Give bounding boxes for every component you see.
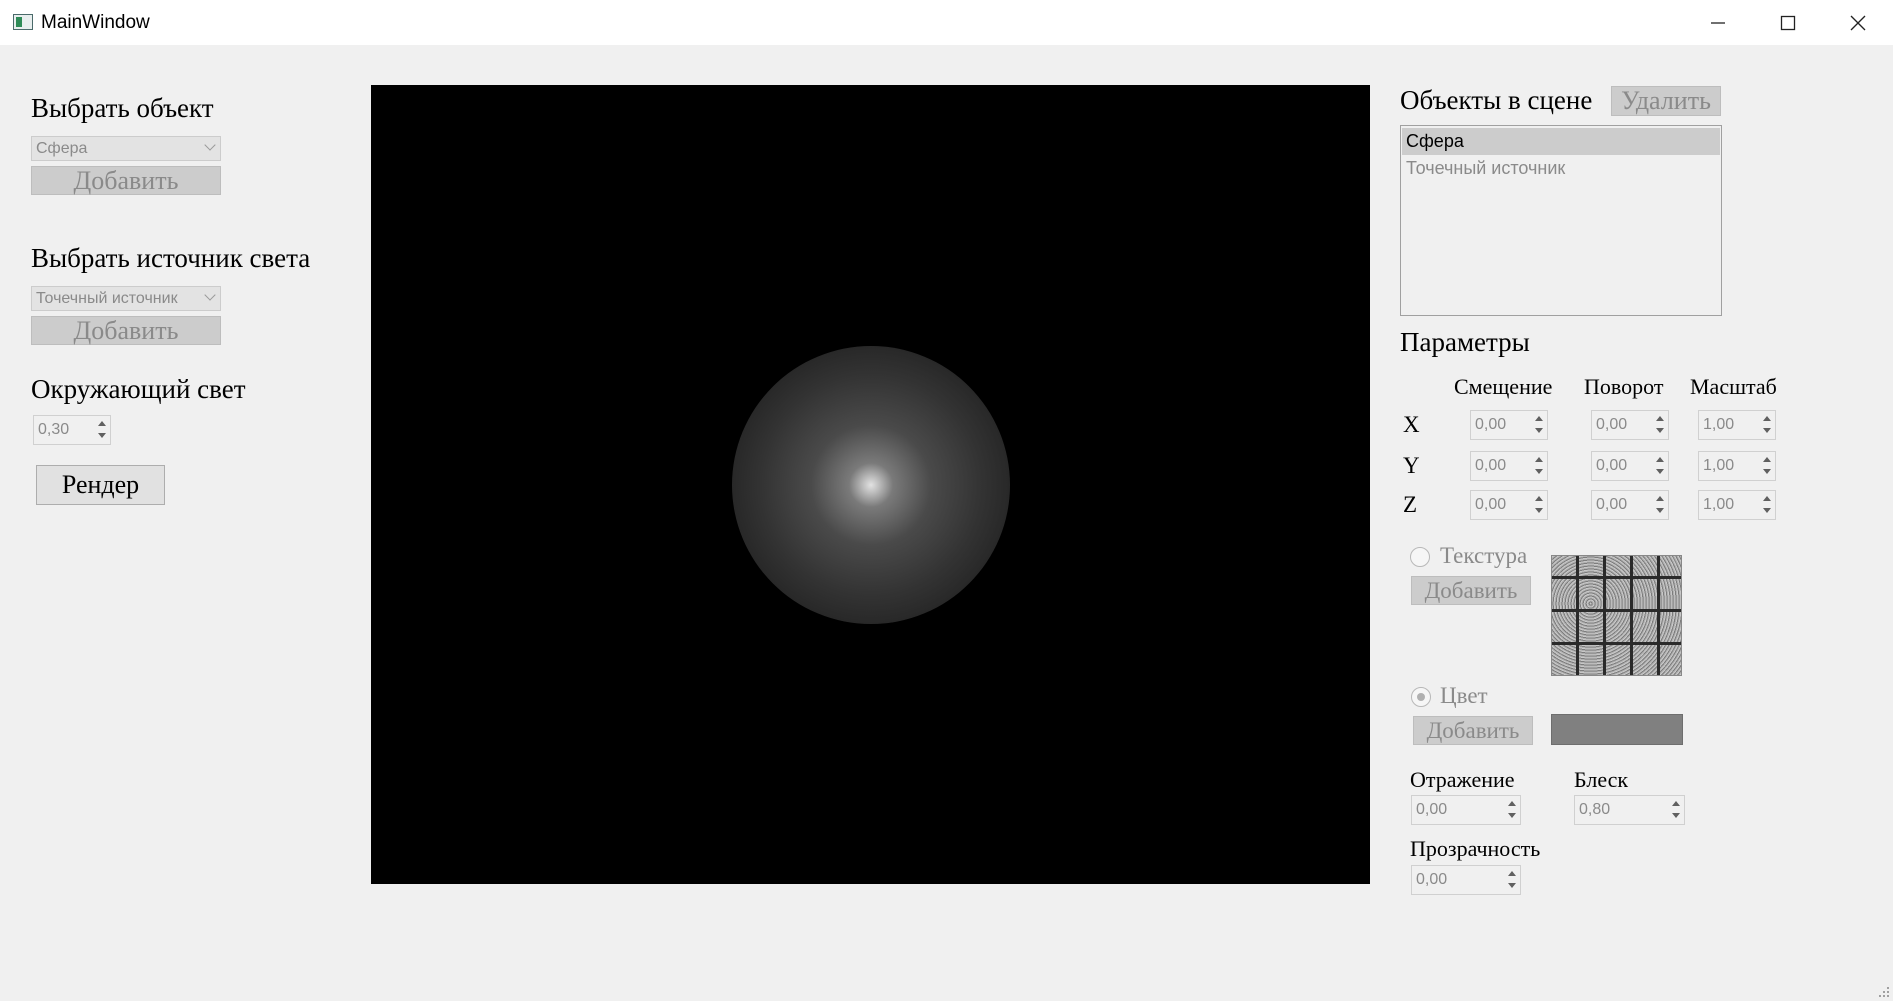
color-swatch[interactable] <box>1551 714 1683 745</box>
scale-x-spinbox[interactable]: 1,00 <box>1698 410 1776 440</box>
spin-up-icon[interactable] <box>1759 453 1775 466</box>
transparency-value: 0,00 <box>1416 871 1448 888</box>
scale-z-spinbox[interactable]: 1,00 <box>1698 490 1776 520</box>
offset-y-value: 0,00 <box>1475 457 1507 474</box>
delete-object-button[interactable]: Удалить <box>1611 86 1721 116</box>
minimize-icon <box>1711 21 1725 24</box>
maximize-icon <box>1780 15 1796 30</box>
axis-x-label: X <box>1403 412 1420 437</box>
scale-z-value: 1,00 <box>1703 496 1735 513</box>
spin-up-icon[interactable] <box>1759 412 1775 425</box>
scale-y-value: 1,00 <box>1703 457 1735 474</box>
scale-column-header: Масштаб <box>1690 374 1777 399</box>
color-radio[interactable] <box>1411 687 1431 707</box>
rotation-y-value: 0,00 <box>1596 457 1628 474</box>
scene-objects-heading: Объекты в сцене <box>1400 85 1593 115</box>
light-type-value: Точечный источник <box>36 290 178 307</box>
ambient-light-value: 0,30 <box>38 421 70 438</box>
spin-down-icon[interactable] <box>1531 466 1547 479</box>
light-type-select[interactable]: Точечный источник <box>31 286 221 311</box>
transparency-spinbox[interactable]: 0,00 <box>1411 865 1521 895</box>
texture-label: Текстура <box>1440 543 1528 568</box>
spin-up-icon[interactable] <box>1531 492 1547 505</box>
select-light-heading: Выбрать источник света <box>31 243 311 273</box>
shine-label: Блеск <box>1574 767 1629 792</box>
reflection-spinbox[interactable]: 0,00 <box>1411 795 1521 825</box>
list-item[interactable]: Точечный источник <box>1402 155 1720 182</box>
add-color-button[interactable]: Добавить <box>1413 716 1533 745</box>
window-title: MainWindow <box>41 12 150 33</box>
add-object-button[interactable]: Добавить <box>31 166 221 195</box>
spin-down-icon[interactable] <box>1759 466 1775 479</box>
minimize-button[interactable] <box>1683 0 1753 45</box>
select-object-heading: Выбрать объект <box>31 93 214 123</box>
title-bar: MainWindow <box>0 0 1893 45</box>
app-window-icon <box>13 14 33 30</box>
axis-z-label: Z <box>1403 492 1418 517</box>
spin-down-icon[interactable] <box>1652 505 1668 518</box>
render-button[interactable]: Рендер <box>36 465 165 505</box>
texture-radio[interactable] <box>1410 547 1430 567</box>
scene-objects-list[interactable]: Сфера Точечный источник <box>1400 125 1722 316</box>
spin-down-icon[interactable] <box>1652 425 1668 438</box>
spin-up-icon[interactable] <box>1652 412 1668 425</box>
spin-down-icon[interactable] <box>1759 425 1775 438</box>
shine-spinbox[interactable]: 0,80 <box>1574 795 1685 825</box>
texture-preview-image <box>1551 555 1682 676</box>
spin-up-icon[interactable] <box>1504 867 1520 880</box>
object-type-select[interactable]: Сфера <box>31 136 221 161</box>
spin-up-icon[interactable] <box>1759 492 1775 505</box>
spin-up-icon[interactable] <box>1652 453 1668 466</box>
scale-x-value: 1,00 <box>1703 416 1735 433</box>
chevron-down-icon <box>204 139 216 151</box>
ambient-light-heading: Окружающий свет <box>31 374 246 404</box>
scale-y-spinbox[interactable]: 1,00 <box>1698 451 1776 481</box>
chevron-down-icon <box>204 289 216 301</box>
shine-value: 0,80 <box>1579 801 1611 818</box>
offset-y-spinbox[interactable]: 0,00 <box>1470 451 1548 481</box>
spin-down-icon[interactable] <box>1531 425 1547 438</box>
spin-up-icon[interactable] <box>1504 797 1520 810</box>
offset-x-value: 0,00 <box>1475 416 1507 433</box>
offset-z-value: 0,00 <box>1475 496 1507 513</box>
reflection-label: Отражение <box>1410 767 1515 792</box>
offset-z-spinbox[interactable]: 0,00 <box>1470 490 1548 520</box>
axis-y-label: Y <box>1403 453 1420 478</box>
add-light-button[interactable]: Добавить <box>31 316 221 345</box>
ambient-light-spinbox[interactable]: 0,30 <box>33 415 111 445</box>
spin-down-icon[interactable] <box>1504 880 1520 893</box>
close-button[interactable] <box>1823 0 1893 45</box>
rotation-y-spinbox[interactable]: 0,00 <box>1591 451 1669 481</box>
spin-up-icon[interactable] <box>1531 412 1547 425</box>
color-label: Цвет <box>1440 683 1488 708</box>
maximize-button[interactable] <box>1753 0 1823 45</box>
offset-x-spinbox[interactable]: 0,00 <box>1470 410 1548 440</box>
spin-up-icon[interactable] <box>1668 797 1684 810</box>
spin-down-icon[interactable] <box>1652 466 1668 479</box>
offset-column-header: Смещение <box>1454 374 1553 399</box>
spin-up-icon[interactable] <box>1531 453 1547 466</box>
rotation-column-header: Поворот <box>1584 374 1664 399</box>
rotation-z-spinbox[interactable]: 0,00 <box>1591 490 1669 520</box>
transparency-label: Прозрачность <box>1410 836 1541 861</box>
rendered-sphere <box>732 346 1010 624</box>
rotation-z-value: 0,00 <box>1596 496 1628 513</box>
spin-up-icon[interactable] <box>94 417 110 430</box>
spin-down-icon[interactable] <box>94 430 110 443</box>
spin-up-icon[interactable] <box>1652 492 1668 505</box>
rotation-x-value: 0,00 <box>1596 416 1628 433</box>
list-item[interactable]: Сфера <box>1402 128 1720 155</box>
add-texture-button[interactable]: Добавить <box>1411 576 1531 605</box>
spin-down-icon[interactable] <box>1759 505 1775 518</box>
spin-down-icon[interactable] <box>1504 810 1520 823</box>
rotation-x-spinbox[interactable]: 0,00 <box>1591 410 1669 440</box>
parameters-heading: Параметры <box>1400 327 1530 357</box>
spin-down-icon[interactable] <box>1531 505 1547 518</box>
spin-down-icon[interactable] <box>1668 810 1684 823</box>
object-type-value: Сфера <box>36 140 88 157</box>
reflection-value: 0,00 <box>1416 801 1448 818</box>
close-icon <box>1850 15 1866 30</box>
resize-grip-icon[interactable] <box>1877 985 1891 999</box>
